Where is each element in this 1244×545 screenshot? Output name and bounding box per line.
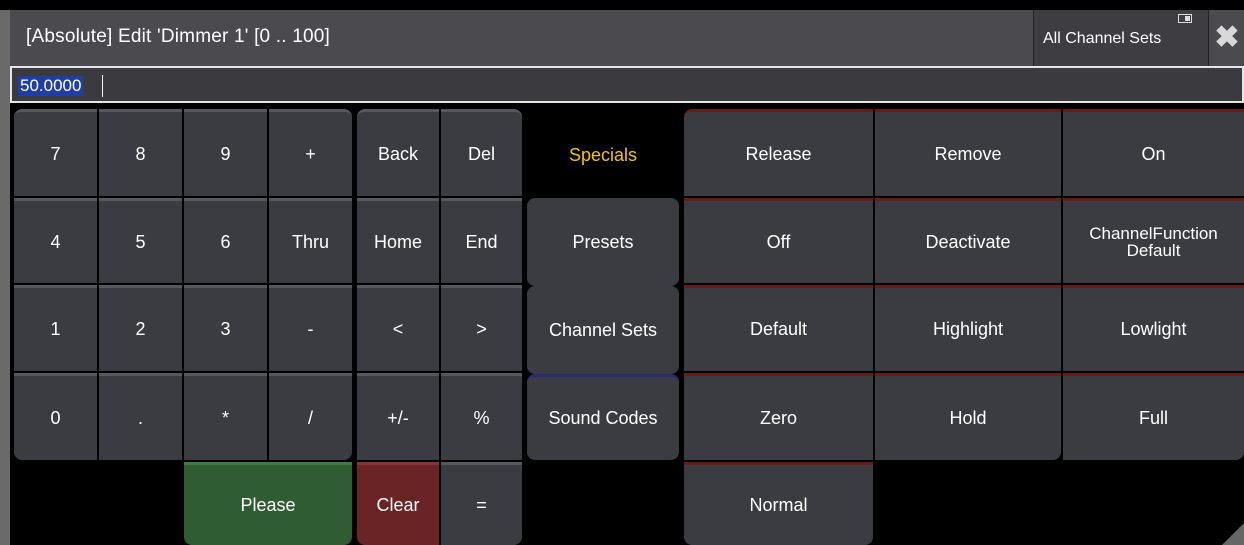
key-4[interactable]: 4	[14, 198, 97, 283]
cursor-right-button[interactable]: >	[441, 285, 522, 371]
channelfunction-default-line2: Default	[1126, 241, 1181, 260]
all-channel-sets-button[interactable]: All Channel Sets	[1033, 10, 1209, 66]
end-button[interactable]: End	[441, 198, 522, 283]
del-button[interactable]: Del	[441, 109, 522, 196]
hold-button[interactable]: Hold	[875, 373, 1061, 460]
home-button[interactable]: Home	[357, 198, 439, 283]
key-minus[interactable]: -	[269, 285, 352, 371]
key-7[interactable]: 7	[14, 109, 97, 196]
tab-specials[interactable]: Specials	[527, 112, 679, 198]
deactivate-button[interactable]: Deactivate	[875, 198, 1061, 283]
key-9[interactable]: 9	[184, 109, 267, 196]
all-channel-sets-label: All Channel Sets	[1043, 30, 1162, 47]
cursor-left-button[interactable]: <	[357, 285, 439, 371]
key-star[interactable]: *	[184, 373, 267, 460]
key-slash[interactable]: /	[269, 373, 352, 460]
please-button[interactable]: Please	[184, 462, 352, 545]
key-0[interactable]: 0	[14, 373, 97, 460]
dialog-title: [Absolute] Edit 'Dimmer 1' [0 .. 100]	[26, 26, 331, 47]
edit-dialog: [Absolute] Edit 'Dimmer 1' [0 .. 100] Al…	[0, 0, 1244, 545]
zero-button[interactable]: Zero	[684, 373, 873, 460]
percent-button[interactable]: %	[441, 373, 522, 460]
equals-button[interactable]: =	[441, 462, 522, 545]
value-input[interactable]: 50.0000	[10, 66, 1244, 103]
key-6[interactable]: 6	[184, 198, 267, 283]
key-8[interactable]: 8	[99, 109, 182, 196]
release-button[interactable]: Release	[684, 109, 873, 196]
window-mode-icon	[1178, 14, 1192, 23]
remove-button[interactable]: Remove	[875, 109, 1061, 196]
text-caret	[102, 75, 103, 97]
value-input-text: 50.0000	[18, 76, 84, 96]
clear-button[interactable]: Clear	[357, 462, 439, 545]
tab-presets[interactable]: Presets	[527, 198, 679, 286]
default-button[interactable]: Default	[684, 285, 873, 371]
tab-sound-codes[interactable]: Sound Codes	[527, 374, 679, 460]
close-icon[interactable]: ✖	[1210, 10, 1244, 66]
channelfunction-default-button[interactable]: ChannelFunction Default	[1063, 198, 1244, 283]
key-1[interactable]: 1	[14, 285, 97, 371]
highlight-button[interactable]: Highlight	[875, 285, 1061, 371]
title-bar: [Absolute] Edit 'Dimmer 1' [0 .. 100] Al…	[10, 10, 1244, 68]
full-button[interactable]: Full	[1063, 373, 1244, 460]
window-edge	[0, 10, 10, 545]
key-2[interactable]: 2	[99, 285, 182, 371]
back-button[interactable]: Back	[357, 109, 439, 196]
on-button[interactable]: On	[1063, 109, 1244, 196]
key-plus[interactable]: +	[269, 109, 352, 196]
plus-minus-button[interactable]: +/-	[357, 373, 439, 460]
key-dot[interactable]: .	[99, 373, 182, 460]
tab-channel-sets[interactable]: Channel Sets	[527, 286, 679, 374]
key-5[interactable]: 5	[99, 198, 182, 283]
resize-handle[interactable]	[1222, 523, 1244, 545]
off-button[interactable]: Off	[684, 198, 873, 283]
lowlight-button[interactable]: Lowlight	[1063, 285, 1244, 371]
normal-button[interactable]: Normal	[684, 462, 873, 545]
channelfunction-default-line1: ChannelFunction	[1089, 224, 1218, 243]
key-thru[interactable]: Thru	[269, 198, 352, 283]
key-3[interactable]: 3	[184, 285, 267, 371]
